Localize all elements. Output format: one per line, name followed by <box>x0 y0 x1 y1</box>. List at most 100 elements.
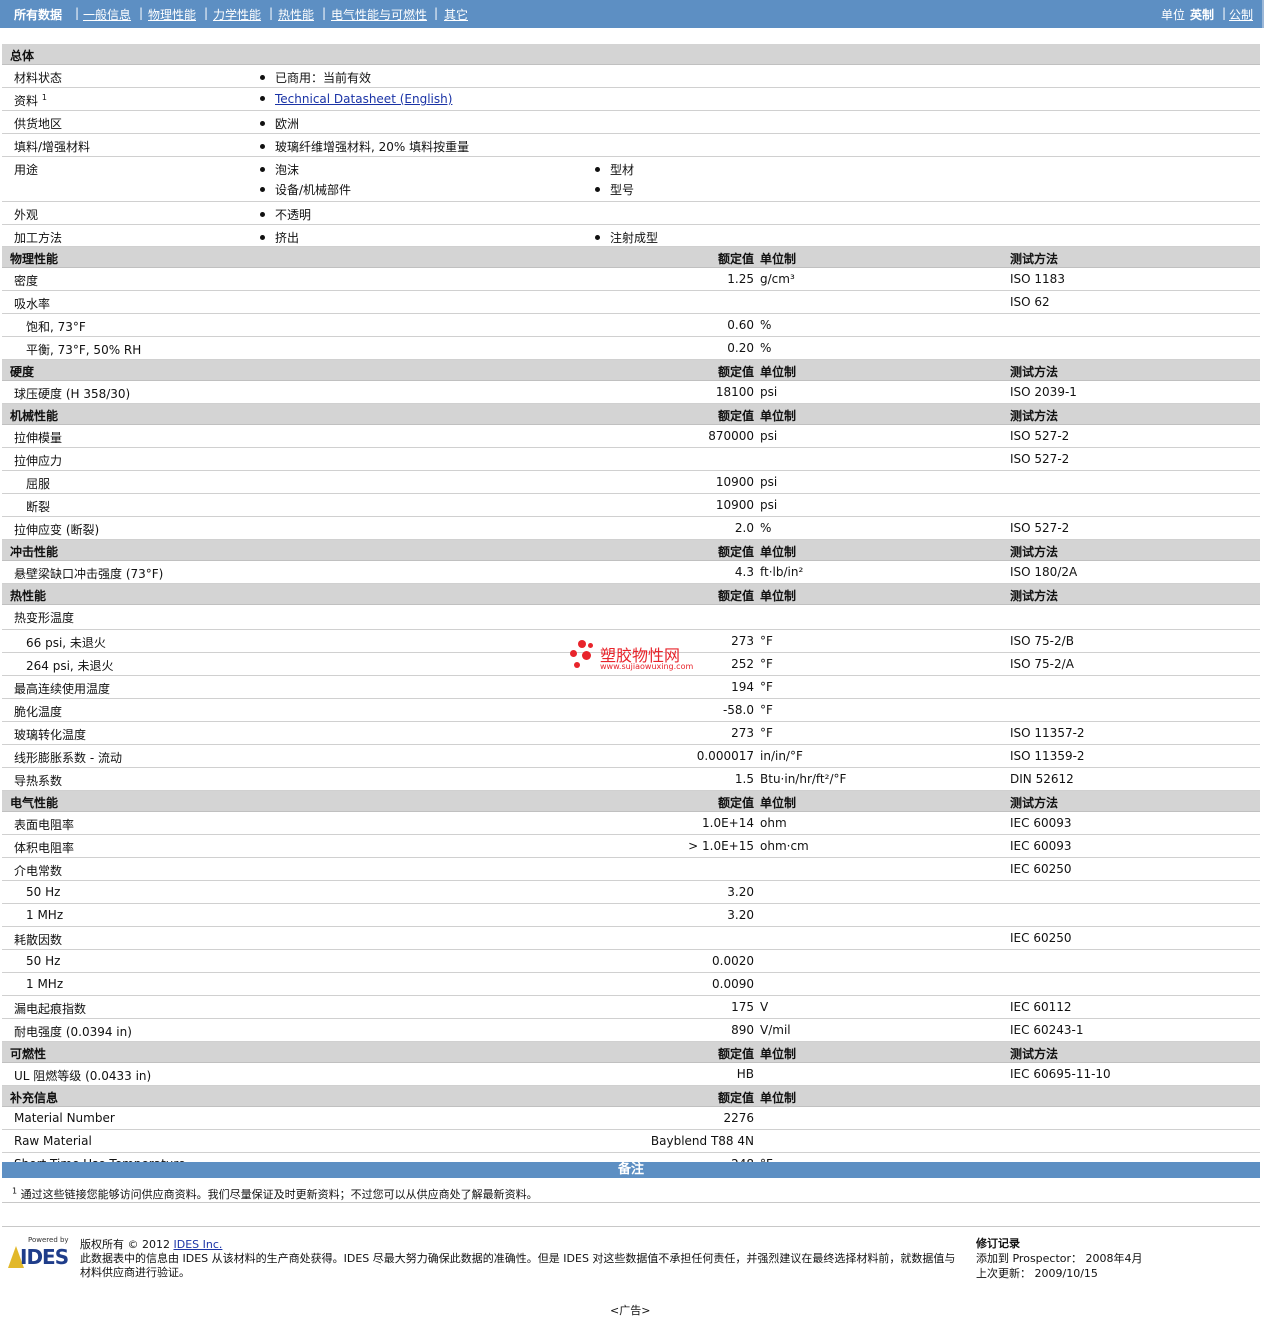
tab-thermal[interactable]: 热性能 <box>278 6 314 23</box>
property-unit: °F <box>760 657 773 671</box>
nominal-header: 额定值 <box>717 252 754 266</box>
notes-header: 备注 <box>2 1162 1260 1178</box>
property-value: 1.5 <box>734 772 754 786</box>
unit-header: 单位制 <box>760 545 797 559</box>
divider <box>2 1202 1260 1203</box>
unit-header: 单位制 <box>760 589 797 603</box>
table-row: 线形膨胀系数 - 流动 0.000017 in/in/°F ISO 11359-2 <box>2 745 1260 768</box>
nav-separator: | <box>75 6 80 20</box>
property-value: 890 <box>731 1023 754 1037</box>
property-value: 175 <box>731 1000 754 1014</box>
property-label: 屈服 <box>26 477 51 491</box>
table-row: 饱和, 73°F 0.60% <box>2 314 1260 337</box>
test-method: DIN 52612 <box>1010 772 1074 786</box>
row-label: 外观 <box>14 208 39 222</box>
table-row: 50 Hz 3.20 <box>2 881 1260 904</box>
property-value: 273 <box>731 634 754 648</box>
table-row: 热变形温度 <box>2 605 1260 630</box>
test-method: IEC 60250 <box>1010 931 1072 945</box>
unit-header: 单位制 <box>760 1091 797 1105</box>
tab-electrical[interactable]: 电气性能与可燃性 <box>331 6 427 23</box>
property-value: HB <box>736 1067 754 1081</box>
property-value: 194 <box>731 680 754 694</box>
section-title: 热性能 <box>10 589 47 603</box>
property-label: 介电常数 <box>14 864 63 878</box>
filler-value: 玻璃纤维增强材料, 20% 填料按重量 <box>260 138 469 155</box>
nav-separator: | <box>322 6 327 20</box>
test-method: ISO 75-2/A <box>1010 657 1074 671</box>
property-sections: 物理性能 额定值 单位制 测试方法 密度 1.25 g/cm³ ISO 1183 吸水率 ISO … <box>2 247 1260 1176</box>
section-header: 冲击性能 额定值 单位制 测试方法 <box>2 540 1260 561</box>
logo-powered-text: Powered by <box>28 1236 69 1244</box>
property-label: 50 Hz <box>26 885 61 899</box>
tab-physical[interactable]: 物理性能 <box>148 6 196 23</box>
property-label: 1 MHz <box>26 977 64 991</box>
docs-label: 资料 <box>14 94 39 108</box>
property-label: 体积电阻率 <box>14 841 75 855</box>
table-row: 填料/增强材料 玻璃纤维增强材料, 20% 填料按重量 <box>2 134 1260 157</box>
table-row: 平衡, 73°F, 50% RH 0.20% <box>2 337 1260 360</box>
section-header: 硬度 额定值 单位制 测试方法 <box>2 360 1260 381</box>
nominal-header: 额定值 <box>717 545 754 559</box>
use-item: 型号 <box>595 181 634 198</box>
section-title: 物理性能 <box>10 252 59 266</box>
property-unit: °F <box>760 680 773 694</box>
row-label: 填料/增强材料 <box>14 140 91 154</box>
use-item: 泡沫 <box>260 161 299 178</box>
tab-other[interactable]: 其它 <box>444 6 468 23</box>
table-row: 球压硬度 (H 358/30) 18100 psi ISO 2039-1 <box>2 381 1260 404</box>
test-method: IEC 60093 <box>1010 816 1072 830</box>
table-row: UL 阻燃等级 (0.0433 in) HB IEC 60695-11-10 <box>2 1063 1260 1086</box>
property-label: 断裂 <box>26 500 51 514</box>
table-row: 用途 泡沫 型材 设备/机械部件 型号 <box>2 157 1260 202</box>
property-unit: °F <box>760 634 773 648</box>
tab-mechanical[interactable]: 力学性能 <box>213 6 261 23</box>
unit-header: 单位制 <box>760 1047 797 1061</box>
property-value: 1.25 <box>727 272 754 286</box>
test-method: ISO 527-2 <box>1010 521 1070 535</box>
nav-separator: | <box>269 6 274 20</box>
table-row: 1 MHz 0.0090 <box>2 973 1260 996</box>
nav-separator: | <box>1222 6 1227 20</box>
unit-header: 单位制 <box>760 252 797 266</box>
updated-label: 上次更新： <box>976 1267 1031 1280</box>
table-row: 介电常数 IEC 60250 <box>2 858 1260 881</box>
processing-item: 注射成型 <box>595 229 658 246</box>
appearance-value: 不透明 <box>260 206 311 223</box>
property-unit: ohm·cm <box>760 839 809 853</box>
ides-inc-link[interactable]: IDES Inc. <box>174 1238 223 1251</box>
tab-all-data[interactable]: 所有数据 <box>14 6 62 23</box>
section-header: 机械性能 额定值 单位制 测试方法 <box>2 404 1260 425</box>
method-header: 测试方法 <box>1010 365 1059 379</box>
nominal-header: 额定值 <box>717 1091 754 1105</box>
section-title: 机械性能 <box>10 409 59 423</box>
table-row: 加工方法 挤出 注射成型 <box>2 225 1260 247</box>
use-item: 型材 <box>595 161 634 178</box>
test-method: IEC 60093 <box>1010 839 1072 853</box>
property-unit: °F <box>760 703 773 717</box>
property-label: UL 阻燃等级 (0.0433 in) <box>14 1069 152 1083</box>
test-method: IEC 60112 <box>1010 1000 1072 1014</box>
property-value: -58.0 <box>722 703 754 717</box>
section-header: 热性能 额定值 单位制 测试方法 <box>2 584 1260 605</box>
property-unit: % <box>760 318 772 332</box>
table-row: Raw Material Bayblend T88 4N <box>2 1130 1260 1153</box>
property-value: Bayblend T88 4N <box>650 1134 754 1148</box>
technical-datasheet-link[interactable]: Technical Datasheet (English) <box>275 92 452 106</box>
test-method: ISO 527-2 <box>1010 452 1070 466</box>
tab-general[interactable]: 一般信息 <box>83 6 131 23</box>
table-row: 漏电起痕指数 175 V IEC 60112 <box>2 996 1260 1019</box>
unit-metric-link[interactable]: 公制 <box>1229 6 1253 23</box>
row-label: 用途 <box>14 163 39 177</box>
processing-item: 挤出 <box>260 229 299 246</box>
section-header: 补充信息 额定值 单位制 <box>2 1086 1260 1107</box>
property-unit: g/cm³ <box>760 272 795 286</box>
section-header: 电气性能 额定值 单位制 测试方法 <box>2 791 1260 812</box>
nominal-header: 额定值 <box>717 365 754 379</box>
ides-logo[interactable]: Powered by IDES <box>6 1236 72 1272</box>
property-value: 2.0 <box>734 521 754 535</box>
property-value: 3.20 <box>727 908 754 922</box>
nominal-header: 额定值 <box>717 1047 754 1061</box>
test-method: ISO 11357-2 <box>1010 726 1085 740</box>
unit-english[interactable]: 英制 <box>1190 6 1214 23</box>
